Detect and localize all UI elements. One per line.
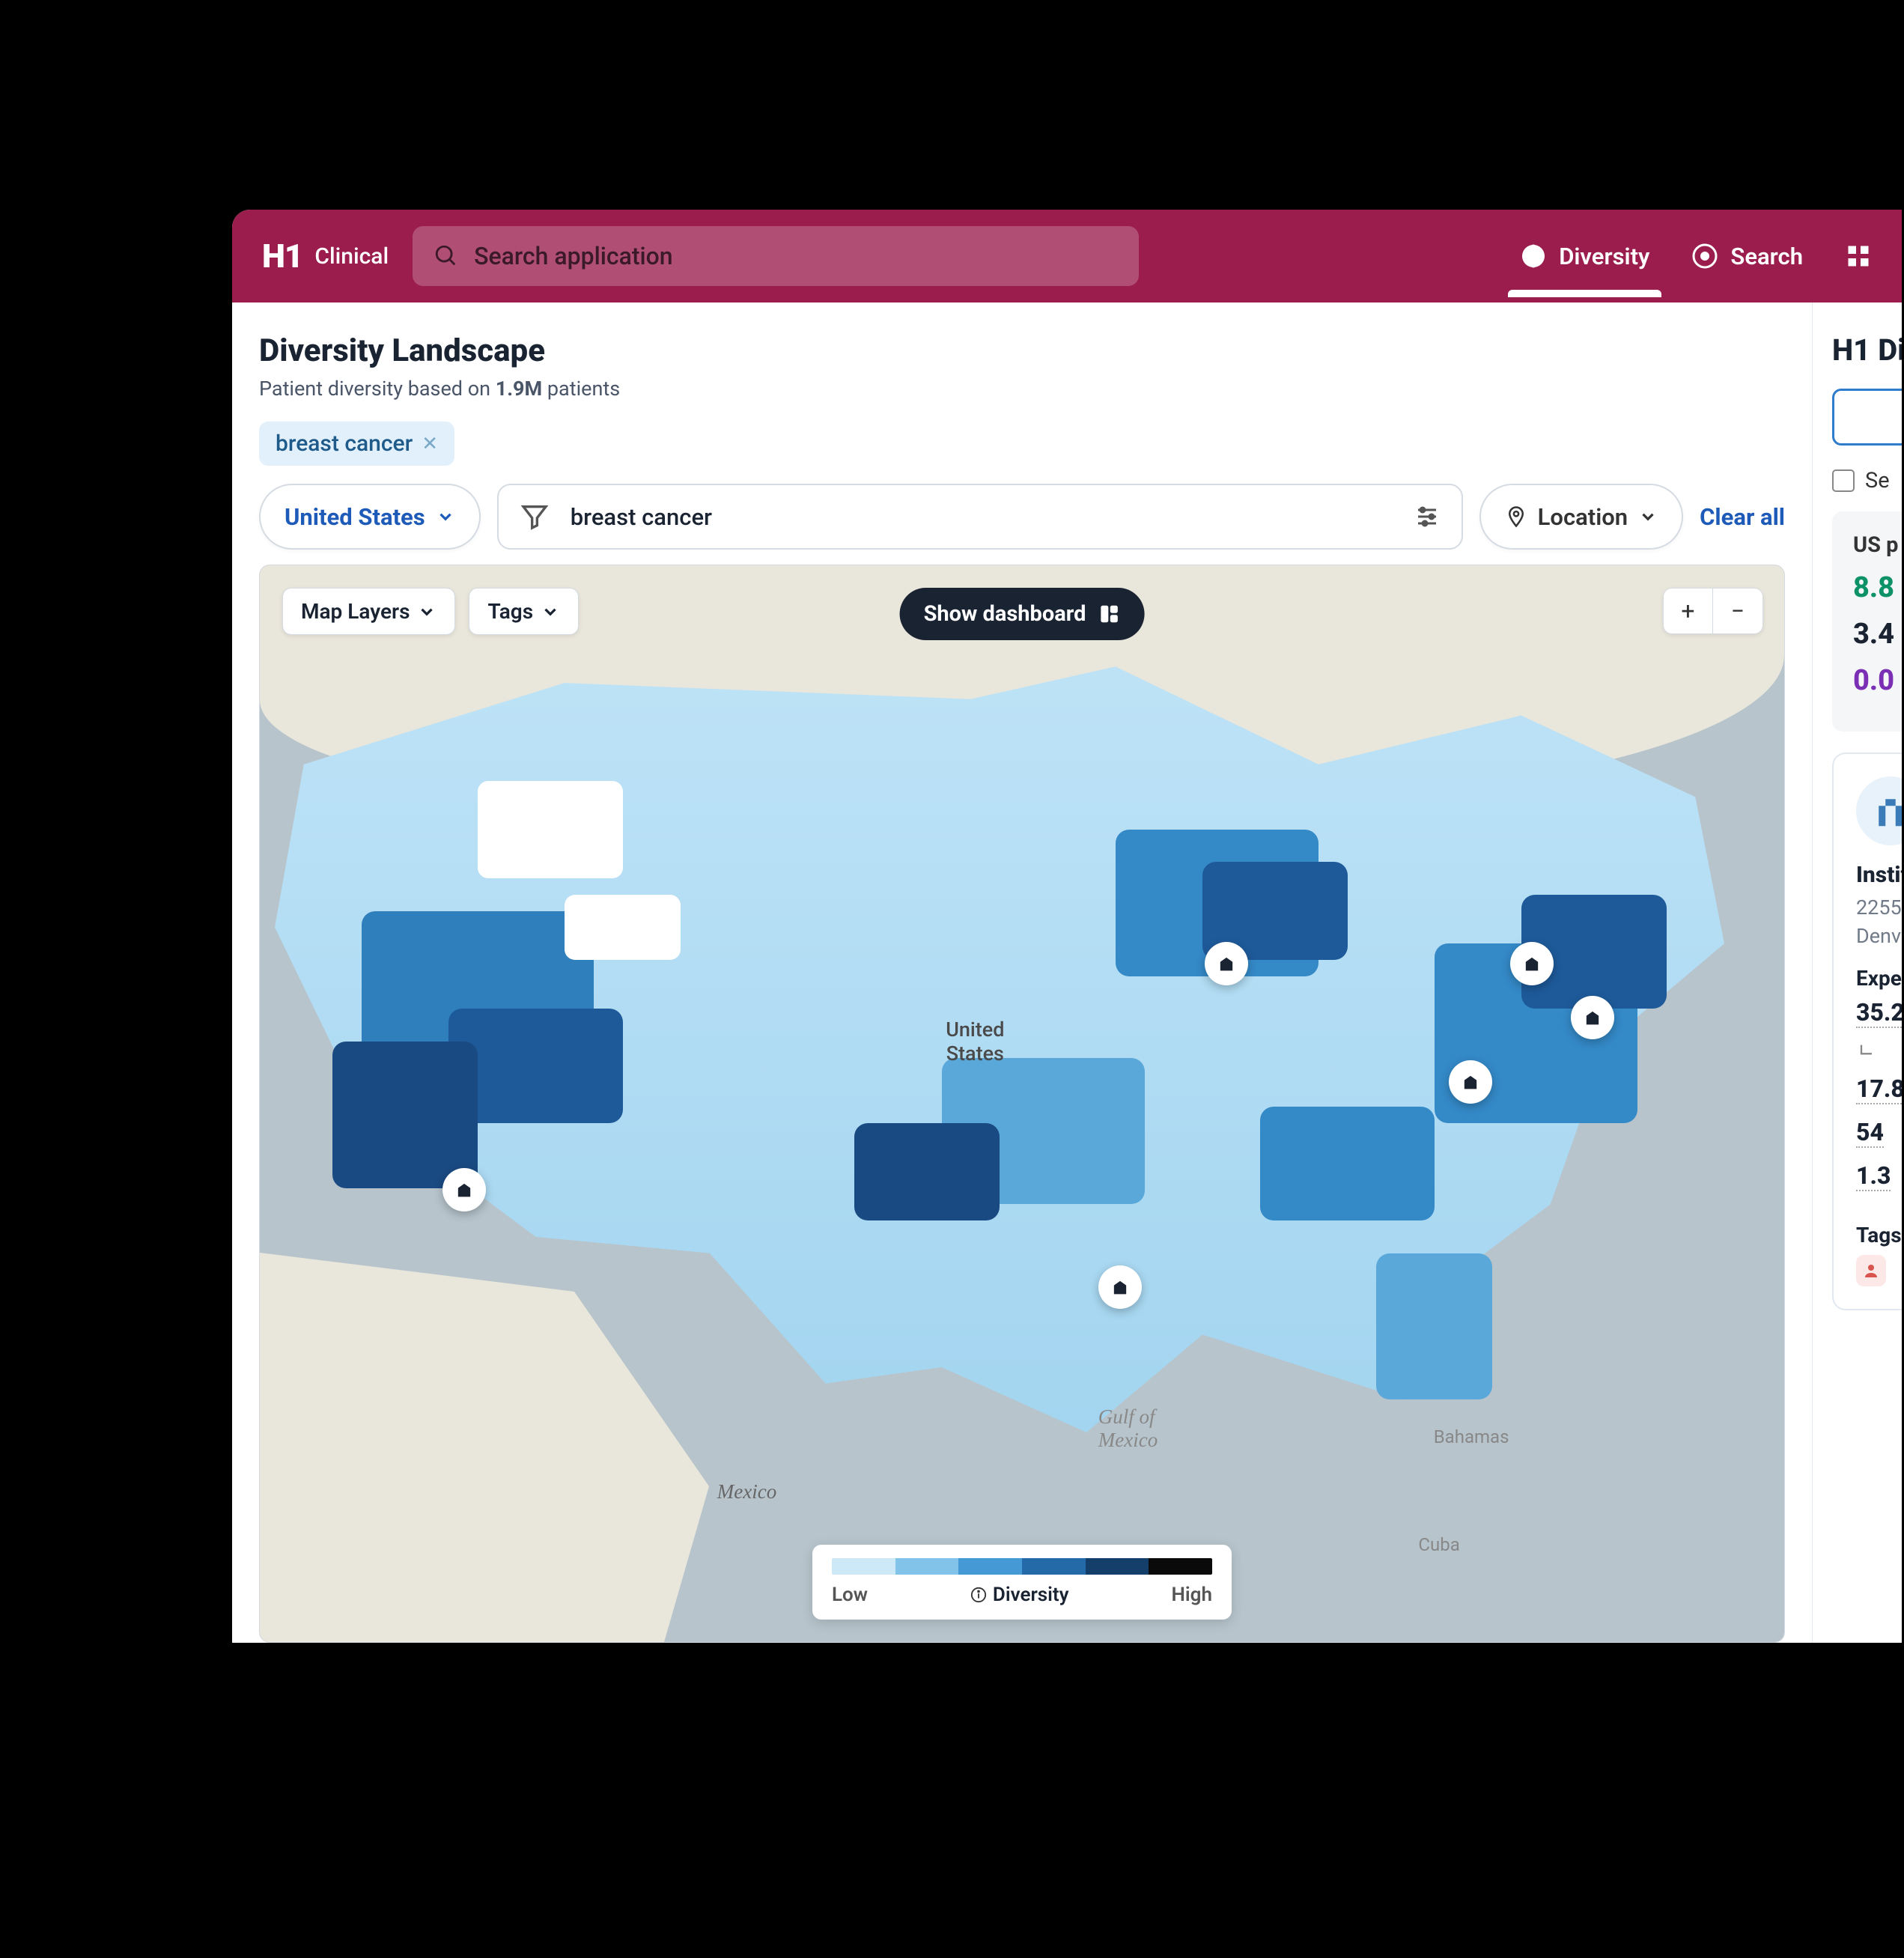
map-tags-button[interactable]: Tags xyxy=(469,588,579,635)
target-icon xyxy=(1691,243,1718,270)
institution-icon xyxy=(1856,776,1902,845)
topbar: H1 Clinical Search application Diversity… xyxy=(232,210,1902,302)
chip-label: breast cancer xyxy=(276,431,413,457)
label-gulf: Gulf of Mexico xyxy=(1098,1405,1158,1452)
pin-icon xyxy=(1505,505,1527,528)
globe-icon xyxy=(1520,243,1547,270)
zoom-out-button[interactable]: − xyxy=(1713,589,1762,633)
active-filter-chips: breast cancer ✕ xyxy=(259,422,1785,466)
app-search-input[interactable]: Search application xyxy=(413,226,1139,286)
site-marker[interactable] xyxy=(1098,1265,1142,1309)
stats-card: US p 8.8 3.4 0.0 xyxy=(1832,511,1902,732)
label-usa: United States xyxy=(946,1018,1004,1065)
map-layers-button[interactable]: Map Layers xyxy=(282,588,455,635)
nav-diversity-label: Diversity xyxy=(1559,243,1649,270)
nav-search[interactable]: Search xyxy=(1691,243,1803,270)
zoom-in-button[interactable]: + xyxy=(1664,589,1713,633)
label-bahamas: Bahamas xyxy=(1434,1426,1509,1447)
stats-card-title: US p xyxy=(1853,532,1902,558)
content: Diversity Landscape Patient diversity ba… xyxy=(232,302,1902,1643)
logo-sublabel: Clinical xyxy=(314,243,389,270)
chevron-down-icon xyxy=(1638,507,1658,526)
chevron-down-icon xyxy=(436,507,455,526)
stat-line-3: 54 xyxy=(1856,1118,1884,1148)
person-icon xyxy=(1862,1262,1880,1280)
side-search-input[interactable] xyxy=(1832,389,1902,446)
checkbox-icon[interactable] xyxy=(1832,469,1855,492)
nav: Diversity Search xyxy=(1520,243,1872,270)
legend-low: Low xyxy=(832,1584,868,1606)
institution-card[interactable]: Instit 2255 Denv Expe 35.2 17.8 54 1.3 T… xyxy=(1832,753,1902,1310)
clear-all-button[interactable]: Clear all xyxy=(1700,503,1785,531)
search-placeholder: Search application xyxy=(474,242,672,270)
map-overlay-controls: Map Layers Tags xyxy=(282,588,579,635)
filter-input[interactable]: breast cancer xyxy=(497,484,1463,550)
site-marker[interactable] xyxy=(1571,996,1614,1039)
country-selector[interactable]: United States xyxy=(259,484,481,550)
tag-pill[interactable] xyxy=(1856,1255,1886,1286)
site-marker[interactable] xyxy=(1510,942,1554,985)
controls-bar: United States breast cancer Location Cle… xyxy=(259,484,1785,550)
funnel-icon xyxy=(520,502,550,532)
select-label: Se xyxy=(1865,468,1890,493)
chevron-down-icon xyxy=(417,602,437,621)
label-cuba: Cuba xyxy=(1418,1534,1459,1555)
nav-diversity[interactable]: Diversity xyxy=(1520,243,1649,270)
app-window: H1 Clinical Search application Diversity… xyxy=(232,210,1902,1643)
label-mexico: Mexico xyxy=(717,1480,776,1504)
filter-chip-breast-cancer[interactable]: breast cancer ✕ xyxy=(259,422,454,466)
filter-text: breast cancer xyxy=(571,503,712,531)
page-title: Diversity Landscape xyxy=(259,332,1785,369)
institution-heading: Instit xyxy=(1856,862,1902,888)
stat-value-2: 3.4 xyxy=(1853,618,1902,651)
logo[interactable]: H1 Clinical xyxy=(262,237,389,276)
dashboard-icon xyxy=(1098,603,1120,625)
legend-gradient xyxy=(832,1558,1212,1575)
location-label: Location xyxy=(1538,503,1628,531)
stat-line-2: 17.8 xyxy=(1856,1074,1902,1104)
sliders-icon[interactable] xyxy=(1414,503,1441,530)
zoom-controls: + − xyxy=(1663,588,1763,634)
stat-line-1: 35.2 xyxy=(1856,998,1902,1028)
location-selector[interactable]: Location xyxy=(1479,484,1683,550)
right-panel: H1 Div Se US p 8.8 3.4 0.0 Instit 2255 D… xyxy=(1812,302,1902,1643)
map[interactable]: United States Gulf of Mexico Mexico Baha… xyxy=(259,565,1785,1643)
info-icon[interactable] xyxy=(970,1587,987,1603)
stat-value-3: 0.0 xyxy=(1853,664,1902,697)
chevron-down-icon xyxy=(541,602,560,621)
page-subtitle: Patient diversity based on 1.9M patients xyxy=(259,377,1785,401)
map-legend: Low Diversity High xyxy=(812,1545,1232,1620)
show-dashboard-button[interactable]: Show dashboard xyxy=(900,588,1145,640)
search-icon xyxy=(434,243,459,269)
main-panel: Diversity Landscape Patient diversity ba… xyxy=(232,302,1812,1643)
stat-line-4: 1.3 xyxy=(1856,1161,1891,1191)
experience-label: Expe xyxy=(1856,966,1902,991)
chip-remove-icon[interactable]: ✕ xyxy=(422,433,438,455)
branch-row xyxy=(1856,1042,1902,1062)
institution-addr-1: 2255 xyxy=(1856,896,1902,919)
legend-high: High xyxy=(1172,1584,1212,1606)
tags-label: Tags xyxy=(1856,1223,1902,1247)
stat-value-1: 8.8 xyxy=(1853,571,1902,604)
country-label: United States xyxy=(285,503,425,531)
select-all-row[interactable]: Se xyxy=(1832,468,1902,493)
grid-icon[interactable] xyxy=(1845,243,1872,270)
logo-text: H1 xyxy=(262,237,302,276)
legend-center: Diversity xyxy=(993,1584,1069,1606)
branch-icon xyxy=(1856,1042,1877,1062)
institution-addr-2: Denv xyxy=(1856,924,1902,948)
nav-search-label: Search xyxy=(1730,243,1803,270)
side-title: H1 Div xyxy=(1832,332,1902,368)
